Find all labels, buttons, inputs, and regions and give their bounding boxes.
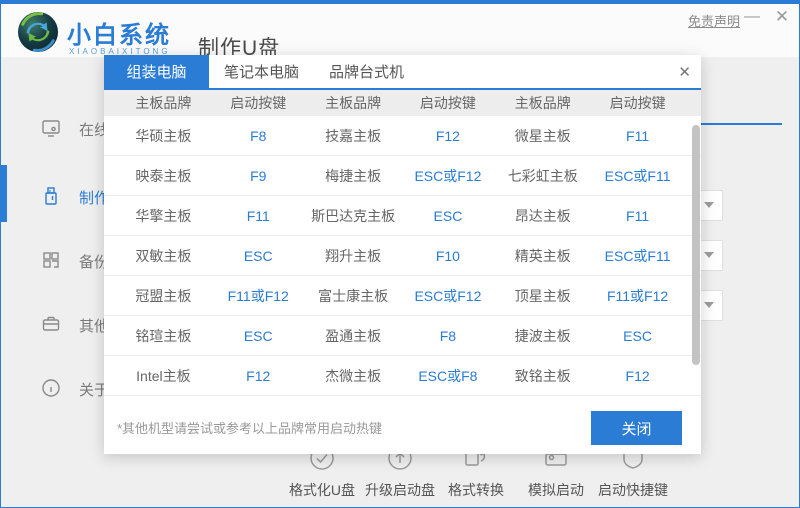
bootkey-cell: ESC或F8	[401, 366, 496, 386]
brand-cell: 微星主板	[495, 126, 590, 146]
brand-cell: 华擎主板	[116, 206, 211, 226]
brand-cell: 致铭主板	[495, 366, 590, 386]
briefcase-icon	[41, 314, 61, 334]
brand-cell: 铭瑄主板	[116, 326, 211, 346]
app-logo-icon	[17, 11, 59, 53]
sidebar-item-about-us[interactable]: 关于我们	[1, 376, 101, 408]
dialog-footer: *其他机型请尝试或参考以上品牌常用启动热键 关闭	[104, 398, 701, 454]
sidebar-item-backup-restore[interactable]: 备份还原	[1, 248, 101, 280]
bootkey-cell: ESC	[211, 248, 306, 264]
brand-name: 小白系统	[67, 15, 171, 50]
brand-cell: 七彩虹主板	[495, 166, 590, 186]
table-row: 铭瑄主板 ESC 盈通主板 F8 捷波主板 ESC	[104, 316, 701, 356]
dialog-close-button[interactable]: 关闭	[591, 411, 682, 445]
brand-cell: 映泰主板	[116, 166, 211, 186]
bootkey-cell: ESC或F12	[401, 286, 496, 306]
brand-cell: 翔升主板	[306, 246, 401, 266]
usb-drive-icon	[41, 186, 61, 206]
chevron-down-icon	[704, 252, 714, 258]
brand-cell: 富士康主板	[306, 286, 401, 306]
bootkey-cell: F11	[211, 208, 306, 224]
bootkey-cell: ESC	[590, 328, 685, 344]
brand-cell: 冠盟主板	[116, 286, 211, 306]
bootkey-cell: ESC	[401, 208, 496, 224]
brand-cell: 华硕主板	[116, 126, 211, 146]
column-header: 启动按键	[211, 93, 306, 113]
app-window: 小白系统 XIAOBAIXITONG 制作U盘 免责声明 — ✕ 在线重装 制作…	[0, 0, 800, 508]
table-header-row: 主板品牌 启动按键 主板品牌 启动按键 主板品牌 启动按键	[104, 90, 701, 116]
footer-note: *其他机型请尝试或参考以上品牌常用启动热键	[117, 418, 382, 437]
brand-cell: 技嘉主板	[306, 126, 401, 146]
brand-cell: 顶星主板	[495, 286, 590, 306]
dialog-close-icon[interactable]: ✕	[678, 63, 691, 81]
window-close-button[interactable]: ✕	[771, 6, 793, 28]
brand-cell: Intel主板	[116, 366, 211, 386]
bootkey-cell: ESC	[211, 328, 306, 344]
bootkey-cell: F11	[590, 128, 685, 144]
column-header: 主板品牌	[306, 93, 401, 113]
sidebar-item-other-features[interactable]: 其他功能	[1, 312, 101, 344]
column-header: 主板品牌	[495, 93, 590, 113]
brand-cell: 斯巴达克主板	[306, 206, 401, 226]
brand-cell: 捷波主板	[495, 326, 590, 346]
sidebar-item-make-usb[interactable]: 制作U盘	[1, 184, 101, 216]
bootkey-cell: F8	[211, 128, 306, 144]
bootkey-cell: F11	[590, 208, 685, 224]
table-scrollbar[interactable]	[692, 125, 700, 365]
bootkey-cell: ESC或F11	[590, 166, 685, 186]
column-header: 启动按键	[590, 93, 685, 113]
bootkey-cell: F11或F12	[211, 286, 306, 306]
brand-cell: 昂达主板	[495, 206, 590, 226]
brand-cell: 精英主板	[495, 246, 590, 266]
column-header: 主板品牌	[116, 93, 211, 113]
bootkey-cell: F12	[590, 368, 685, 384]
bootkey-cell: F12	[401, 128, 496, 144]
toolbar-item-label: 启动快捷键	[585, 480, 681, 500]
brand-cell: 双敏主板	[116, 246, 211, 266]
disclaimer-link[interactable]: 免责声明	[688, 11, 740, 30]
bootkey-cell: ESC或F12	[401, 166, 496, 186]
bootkey-cell: F12	[211, 368, 306, 384]
info-icon	[41, 378, 61, 398]
bootkey-cell: F10	[401, 248, 496, 264]
brand-cell: 盈通主板	[306, 326, 401, 346]
table-row: 双敏主板 ESC 翔升主板 F10 精英主板 ESC或F11	[104, 236, 701, 276]
grid-icon	[41, 250, 61, 270]
bootkey-cell: F8	[401, 328, 496, 344]
table-row: Intel主板 F12 杰微主板 ESC或F8 致铭主板 F12	[104, 356, 701, 396]
tab-assembled-pc[interactable]: 组装电脑	[104, 55, 209, 90]
header-bar: 小白系统 XIAOBAIXITONG 制作U盘 免责声明 — ✕	[1, 4, 799, 57]
boot-hotkey-dialog: 组装电脑 笔记本电脑 品牌台式机 ✕ 主板品牌 启动按键 主板品牌 启动按键 主…	[104, 55, 701, 454]
brand-cell: 梅捷主板	[306, 166, 401, 186]
bootkey-cell: ESC或F11	[590, 246, 685, 266]
table-row: 映泰主板 F9 梅捷主板 ESC或F12 七彩虹主板 ESC或F11	[104, 156, 701, 196]
table-row: 华硕主板 F8 技嘉主板 F12 微星主板 F11	[104, 116, 701, 156]
monitor-icon	[41, 118, 61, 138]
bootkey-cell: F11或F12	[590, 286, 685, 306]
bootkey-cell: F9	[211, 168, 306, 184]
chevron-down-icon	[704, 202, 714, 208]
dialog-tabbar: 组装电脑 笔记本电脑 品牌台式机 ✕	[104, 55, 701, 90]
tab-brand-desktop[interactable]: 品牌台式机	[314, 55, 419, 90]
sidebar-item-online-reinstall[interactable]: 在线重装	[1, 116, 101, 148]
tab-laptop[interactable]: 笔记本电脑	[209, 55, 314, 90]
chevron-down-icon	[704, 302, 714, 308]
minimize-button[interactable]: —	[741, 6, 763, 28]
column-header: 启动按键	[401, 93, 496, 113]
table-row: 冠盟主板 F11或F12 富士康主板 ESC或F12 顶星主板 F11或F12	[104, 276, 701, 316]
table-row: 华擎主板 F11 斯巴达克主板 ESC 昂达主板 F11	[104, 196, 701, 236]
brand-cell: 杰微主板	[306, 366, 401, 386]
